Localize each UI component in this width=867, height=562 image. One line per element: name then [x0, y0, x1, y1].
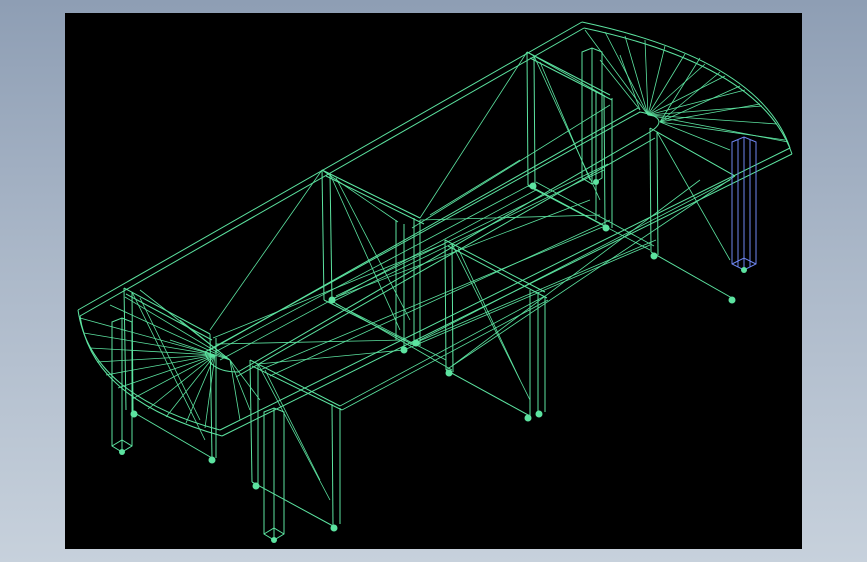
cad-viewport[interactable]: [65, 13, 802, 549]
wireframe-canvas[interactable]: [65, 13, 802, 549]
